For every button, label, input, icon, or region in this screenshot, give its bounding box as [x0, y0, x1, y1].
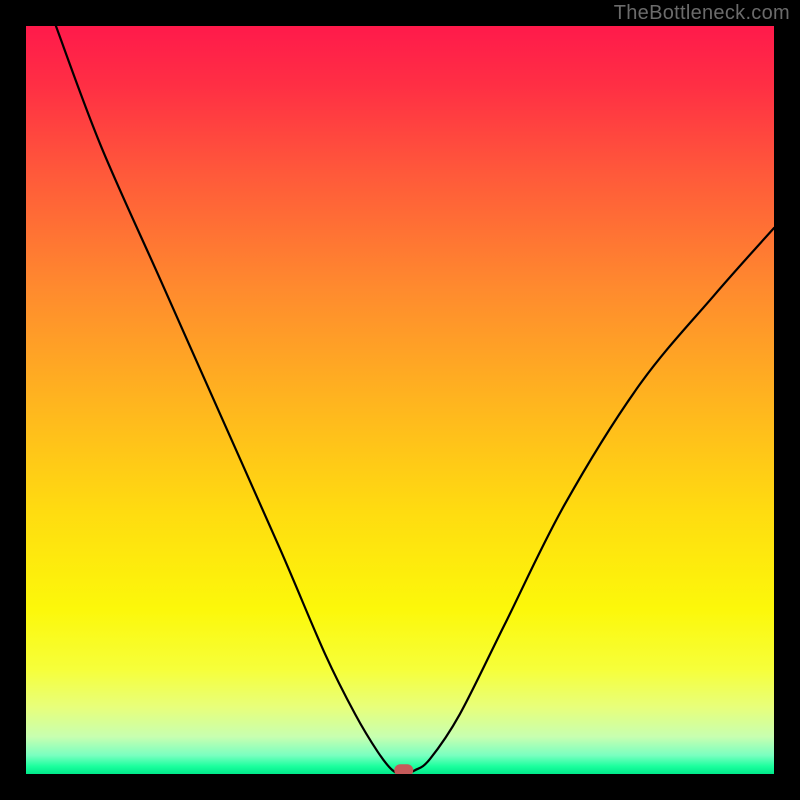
chart-curve	[26, 26, 774, 774]
curve-min-marker	[395, 765, 413, 774]
watermark-text: TheBottleneck.com	[614, 2, 790, 25]
chart-plot-area	[26, 26, 774, 774]
chart-frame: TheBottleneck.com	[0, 0, 800, 800]
curve-path	[56, 26, 774, 774]
